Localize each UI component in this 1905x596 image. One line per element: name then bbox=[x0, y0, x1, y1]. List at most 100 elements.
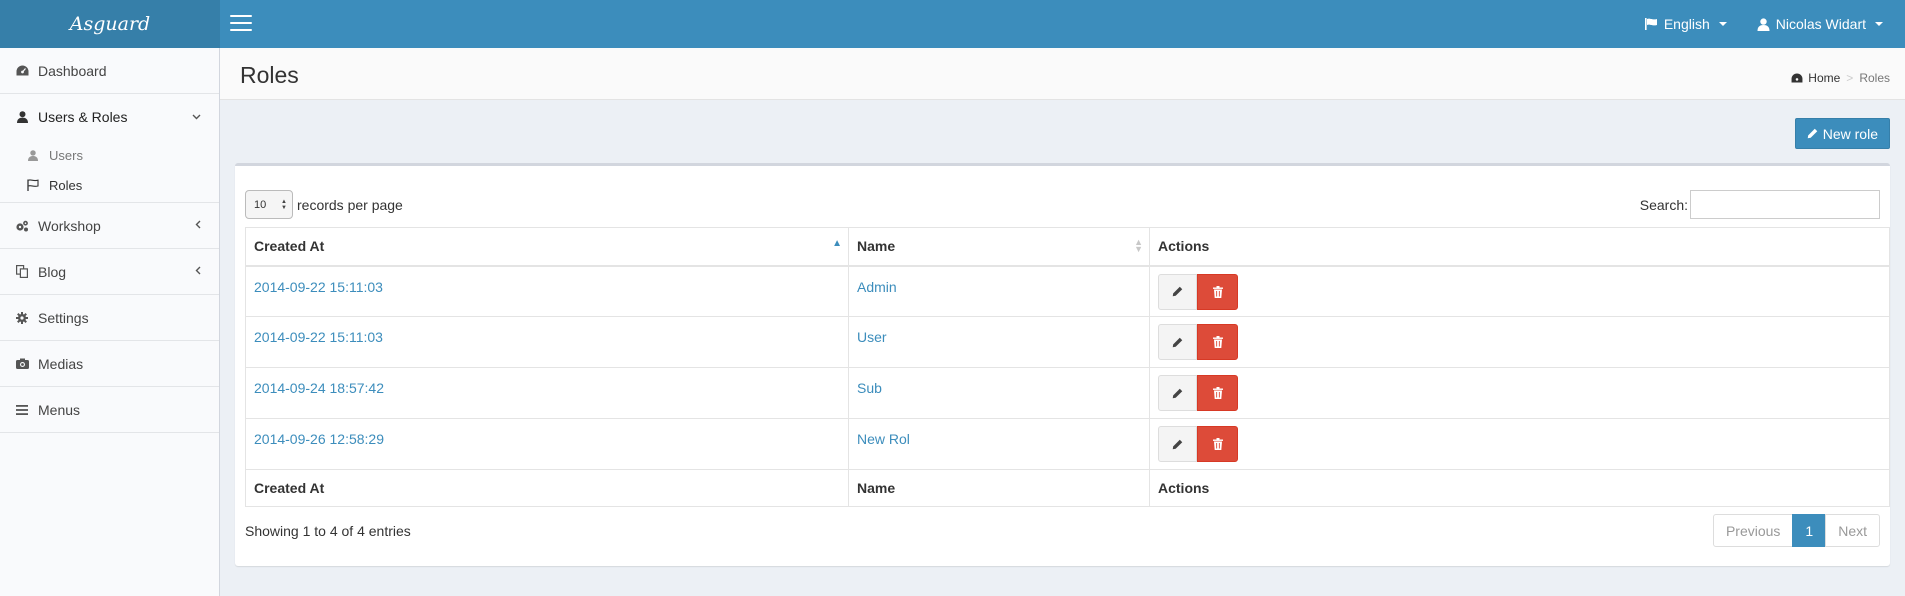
column-header-created-at[interactable]: Created At ▲ bbox=[245, 227, 849, 267]
flag-icon bbox=[1644, 18, 1657, 30]
sidebar-item-workshop[interactable]: Workshop bbox=[0, 203, 219, 249]
sidebar-group-users-roles: Users & Roles Users Roles bbox=[0, 94, 219, 203]
sidebar-item-label: Dashboard bbox=[38, 62, 107, 79]
cog-icon bbox=[15, 311, 29, 324]
language-label: English bbox=[1663, 16, 1710, 32]
sidebar-toggle-icon[interactable] bbox=[230, 14, 252, 32]
footer-actions: Actions bbox=[1149, 469, 1890, 507]
breadcrumb-home[interactable]: Home bbox=[1791, 71, 1840, 85]
chevron-left-icon bbox=[195, 266, 201, 278]
sidebar: Dashboard Users & Roles Users Roles Work… bbox=[0, 48, 220, 596]
table-row: 2014-09-22 15:11:03 Admin bbox=[245, 265, 1890, 317]
role-name-link[interactable]: Admin bbox=[857, 279, 897, 295]
table-info: Showing 1 to 4 of 4 entries bbox=[245, 523, 411, 539]
sort-both-icon: ▲ ▼ bbox=[1134, 237, 1143, 254]
trash-icon bbox=[1212, 336, 1223, 348]
footer-created-at: Created At bbox=[245, 469, 849, 507]
footer-name: Name bbox=[848, 469, 1150, 507]
created-at-link[interactable]: 2014-09-22 15:11:03 bbox=[254, 279, 383, 295]
sidebar-subitem-label: Users bbox=[49, 147, 83, 163]
table-row: 2014-09-24 18:57:42 Sub bbox=[245, 367, 1890, 419]
pencil-icon bbox=[1172, 388, 1183, 398]
sidebar-subitem-label: Roles bbox=[49, 177, 83, 193]
select-arrows-icon: ▲ ▼ bbox=[281, 199, 287, 211]
trash-icon bbox=[1212, 285, 1223, 298]
search-label: Search: bbox=[1639, 196, 1688, 213]
dashboard-icon bbox=[1791, 73, 1803, 83]
edit-button[interactable] bbox=[1158, 324, 1197, 360]
pencil-icon bbox=[1172, 337, 1183, 347]
pencil-icon bbox=[1807, 128, 1818, 139]
content-header: Roles Home > Roles bbox=[220, 48, 1905, 100]
roles-table: Created At ▲ Name ▲ ▼ Actions 2014-09-22 15… bbox=[245, 227, 1890, 507]
sidebar-item-users-roles[interactable]: Users & Roles bbox=[0, 94, 219, 140]
delete-button[interactable] bbox=[1197, 375, 1238, 411]
sidebar-item-settings[interactable]: Settings bbox=[0, 295, 219, 341]
trash-icon bbox=[1212, 438, 1223, 450]
row-actions bbox=[1158, 375, 1238, 411]
pagination-next[interactable]: Next bbox=[1825, 514, 1880, 547]
created-at-link[interactable]: 2014-09-22 15:11:03 bbox=[254, 329, 383, 345]
user-dropdown[interactable]: Nicolas Widart bbox=[1757, 16, 1883, 32]
top-navbar: English Nicolas Widart bbox=[220, 0, 1905, 48]
created-at-link[interactable]: 2014-09-24 18:57:42 bbox=[254, 380, 384, 396]
column-header-actions: Actions bbox=[1149, 227, 1890, 267]
edit-button[interactable] bbox=[1158, 375, 1197, 411]
edit-button[interactable] bbox=[1158, 273, 1197, 310]
logo-text: Asguard bbox=[69, 13, 151, 35]
edit-button[interactable] bbox=[1158, 426, 1197, 462]
breadcrumb-home-label: Home bbox=[1808, 71, 1841, 85]
delete-button[interactable] bbox=[1197, 273, 1238, 310]
created-at-link[interactable]: 2014-09-26 12:58:29 bbox=[254, 431, 384, 447]
user-icon bbox=[26, 149, 40, 161]
pagination-page-1[interactable]: 1 bbox=[1792, 514, 1827, 547]
page-length-select[interactable]: 10 ▲ ▼ bbox=[245, 190, 293, 219]
table-search: Search: bbox=[1640, 190, 1880, 219]
dashboard-icon bbox=[15, 65, 29, 76]
flag-icon bbox=[26, 179, 40, 191]
new-role-button[interactable]: New role bbox=[1794, 118, 1890, 149]
sort-ascending-icon: ▲ bbox=[832, 238, 842, 249]
new-role-label: New role bbox=[1822, 125, 1878, 142]
sidebar-item-blog[interactable]: Blog bbox=[0, 249, 219, 295]
page-length-label: records per page bbox=[297, 196, 403, 213]
bars-icon bbox=[15, 404, 29, 415]
cogs-icon bbox=[15, 220, 29, 232]
sidebar-item-label: Blog bbox=[38, 263, 67, 280]
trash-icon bbox=[1212, 387, 1223, 399]
user-icon bbox=[1757, 17, 1770, 31]
role-name-link[interactable]: New Rol bbox=[857, 431, 910, 447]
table-row: 2014-09-22 15:11:03 User bbox=[245, 316, 1890, 368]
pencil-icon bbox=[1172, 286, 1183, 297]
page-title: Roles bbox=[240, 62, 299, 88]
delete-button[interactable] bbox=[1197, 324, 1238, 360]
sidebar-item-medias[interactable]: Medias bbox=[0, 341, 219, 387]
delete-button[interactable] bbox=[1197, 426, 1238, 462]
row-actions bbox=[1158, 426, 1238, 462]
role-name-link[interactable]: Sub bbox=[857, 380, 882, 396]
language-dropdown[interactable]: English bbox=[1644, 16, 1727, 32]
camera-icon bbox=[15, 358, 29, 369]
column-header-name[interactable]: Name ▲ ▼ bbox=[848, 227, 1150, 267]
sidebar-item-label: Medias bbox=[38, 355, 84, 372]
sidebar-item-menus[interactable]: Menus bbox=[0, 387, 219, 433]
sidebar-subitem-users[interactable]: Users bbox=[0, 140, 219, 170]
page-length-control: 10 ▲ ▼ records per page bbox=[245, 190, 403, 219]
sidebar-item-label: Menus bbox=[38, 401, 81, 418]
sidebar-subitem-roles[interactable]: Roles bbox=[0, 170, 219, 200]
sidebar-item-dashboard[interactable]: Dashboard bbox=[0, 48, 219, 94]
caret-down-icon bbox=[1718, 22, 1727, 26]
sidebar-item-label: Settings bbox=[38, 309, 89, 326]
sidebar-item-label: Users & Roles bbox=[38, 109, 128, 125]
search-input[interactable] bbox=[1690, 190, 1880, 219]
role-name-link[interactable]: User bbox=[857, 329, 887, 345]
breadcrumb-current: Roles bbox=[1859, 71, 1890, 85]
row-actions bbox=[1158, 273, 1238, 310]
breadcrumb: Home > Roles bbox=[1791, 71, 1890, 85]
breadcrumb-separator: > bbox=[1846, 71, 1854, 85]
pagination-previous[interactable]: Previous bbox=[1712, 514, 1794, 547]
user-name: Nicolas Widart bbox=[1775, 16, 1866, 32]
table-header-row: Created At ▲ Name ▲ ▼ Actions bbox=[245, 227, 1890, 267]
app-logo[interactable]: Asguard bbox=[0, 0, 220, 48]
pagination: Previous 1 Next bbox=[1712, 514, 1880, 547]
